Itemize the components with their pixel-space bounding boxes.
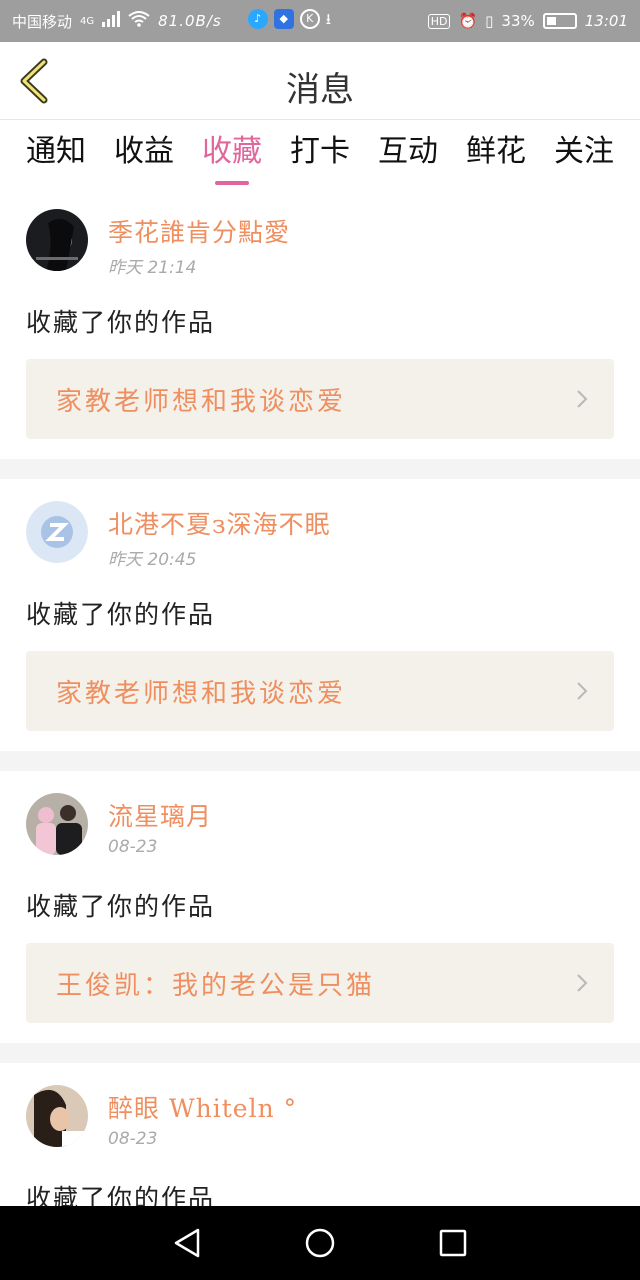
square-recents-icon xyxy=(440,1229,467,1257)
message-list: 季花誰肯分點愛 昨天 21:14 收藏了你的作品 家教老师想和我谈恋爱 北港不夏… xyxy=(0,187,640,1280)
triangle-back-icon xyxy=(174,1228,199,1258)
status-bar: 中国移动 4G 81.0B/s ♪ ◆ K ⭳ HD ⏰ ▯ 33% 13:01 xyxy=(0,0,640,42)
clock: 13:01 xyxy=(584,12,628,30)
avatar[interactable] xyxy=(26,793,88,855)
carrier-label: 中国移动 xyxy=(12,12,73,31)
chevron-right-icon xyxy=(577,974,588,992)
nav-home-button[interactable] xyxy=(300,1223,340,1263)
alarm-icon: ⏰ xyxy=(458,12,478,30)
message-item: 季花誰肯分點愛 昨天 21:14 收藏了你的作品 家教老师想和我谈恋爱 xyxy=(0,187,640,459)
action-text: 收藏了你的作品 xyxy=(26,892,216,921)
avatar[interactable] xyxy=(26,501,88,563)
work-link[interactable]: 王俊凯：我的老公是只猫 xyxy=(26,943,614,1023)
tab-notice[interactable]: 通知 xyxy=(26,121,86,187)
timestamp: 08-23 xyxy=(108,837,158,857)
user-name[interactable]: 流星璃月 xyxy=(108,797,212,833)
nav-recents-button[interactable] xyxy=(433,1223,473,1263)
message-item: 流星璃月 08-23 收藏了你的作品 王俊凯：我的老公是只猫 xyxy=(0,771,640,1043)
timestamp: 昨天 20:45 xyxy=(108,550,197,570)
k-app-icon: K xyxy=(299,8,320,29)
avatar[interactable] xyxy=(26,1085,88,1147)
chevron-right-icon xyxy=(577,682,588,700)
timestamp: 昨天 21:14 xyxy=(108,258,197,278)
tab-follow[interactable]: 关注 xyxy=(554,121,614,187)
tab-interaction[interactable]: 互动 xyxy=(378,121,438,187)
battery-percent: 33% xyxy=(501,12,535,30)
download-icon: ⭳ xyxy=(325,9,331,28)
tab-checkin[interactable]: 打卡 xyxy=(290,121,350,187)
nav-back-button[interactable] xyxy=(167,1223,207,1263)
music-app-icon: ♪ xyxy=(247,8,268,29)
tab-favorites[interactable]: 收藏 xyxy=(202,121,262,187)
action-text: 收藏了你的作品 xyxy=(26,600,216,629)
work-link[interactable]: 家教老师想和我谈恋爱 xyxy=(26,359,614,439)
battery-icon xyxy=(542,13,577,29)
tab-earnings[interactable]: 收益 xyxy=(114,121,174,187)
user-name[interactable]: 醉眼 Whiteln ° xyxy=(108,1089,297,1125)
user-name[interactable]: 北港不夏з深海不眠 xyxy=(108,505,331,541)
work-link[interactable]: 家教老师想和我谈恋爱 xyxy=(26,651,614,731)
shield-app-icon: ◆ xyxy=(273,8,294,29)
work-title: 王俊凯：我的老公是只猫 xyxy=(56,970,376,1001)
circle-home-icon xyxy=(305,1228,335,1258)
timestamp: 08-23 xyxy=(108,1129,158,1149)
divider xyxy=(0,751,640,771)
avatar[interactable] xyxy=(26,209,88,271)
page-title: 消息 xyxy=(286,70,354,110)
work-title: 家教老师想和我谈恋爱 xyxy=(56,386,347,417)
tab-flowers[interactable]: 鲜花 xyxy=(466,121,526,187)
tab-bar: 通知 收益 收藏 打卡 互动 鲜花 关注 xyxy=(0,121,640,187)
wifi-icon xyxy=(128,11,150,31)
action-text: 收藏了你的作品 xyxy=(26,308,216,337)
hd-icon: HD xyxy=(427,13,451,29)
chevron-right-icon xyxy=(577,390,588,408)
divider xyxy=(0,459,640,479)
vibrate-icon: ▯ xyxy=(485,12,494,30)
network-speed: 81.0B/s xyxy=(158,12,222,30)
header: 消息 xyxy=(0,42,640,120)
signal-icon xyxy=(102,11,121,31)
divider xyxy=(0,1043,640,1063)
network-type: 4G xyxy=(80,15,95,27)
work-title: 家教老师想和我谈恋爱 xyxy=(56,678,347,709)
message-item: 北港不夏з深海不眠 昨天 20:45 收藏了你的作品 家教老师想和我谈恋爱 xyxy=(0,479,640,751)
system-nav-bar xyxy=(0,1206,640,1280)
user-name[interactable]: 季花誰肯分點愛 xyxy=(108,213,290,249)
